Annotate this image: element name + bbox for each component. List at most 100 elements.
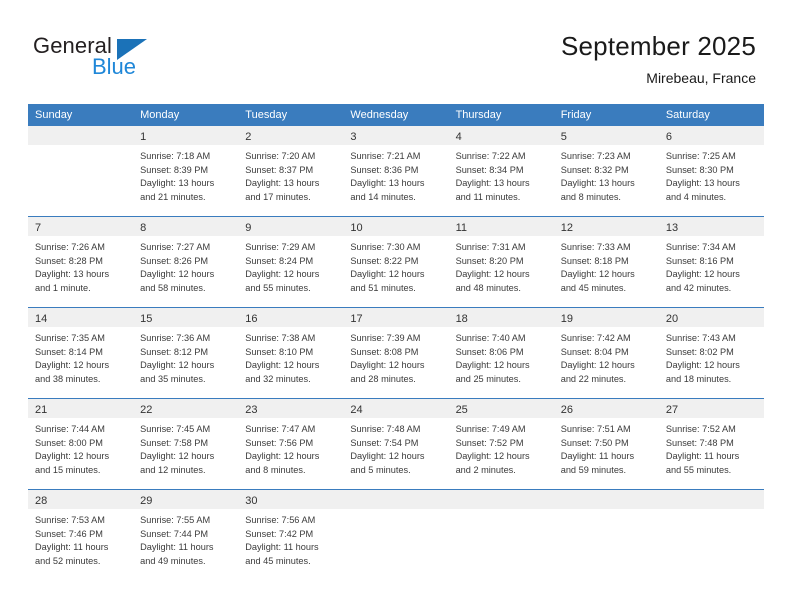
calendar-day-cell[interactable]: 19 Sunrise: 7:42 AM Sunset: 8:04 PM Dayligh… [553, 307, 659, 399]
sunrise-time: Sunrise: 7:44 AM [35, 424, 105, 434]
calendar-day-cell[interactable]: 9 Sunrise: 7:29 AM Sunset: 8:24 PM Daylight… [238, 216, 344, 308]
day-details: Sunrise: 7:52 AM Sunset: 7:48 PM Daylight:… [659, 418, 764, 477]
calendar-day-cell[interactable] [658, 489, 764, 580]
calendar-day-cell[interactable]: 16 Sunrise: 7:38 AM Sunset: 8:10 PM Dayligh… [238, 307, 344, 399]
day-number-band: 5 [553, 126, 659, 145]
calendar-day-cell[interactable] [343, 489, 449, 580]
sunset-time: Sunset: 7:48 PM [665, 437, 734, 448]
sunset-time: Sunset: 8:37 PM [245, 164, 314, 175]
calendar-day-cell[interactable]: 29 Sunrise: 7:55 AM Sunset: 7:44 PM Dayligh… [133, 489, 239, 580]
day-number-band: 22 [133, 399, 239, 418]
day-number-band: 26 [553, 399, 659, 418]
calendar-day-cell[interactable]: 12 Sunrise: 7:33 AM Sunset: 8:18 PM Dayligh… [553, 216, 659, 308]
daylight-duration-line2: and 55 minutes. [665, 464, 732, 475]
calendar-day-cell[interactable]: 17 Sunrise: 7:39 AM Sunset: 8:08 PM Dayligh… [343, 307, 449, 399]
daylight-duration-line1: Daylight: 11 hours [560, 451, 635, 462]
day-number: 10 [350, 222, 363, 234]
sunrise-time: Sunrise: 7:47 AM [245, 424, 316, 434]
day-cell-content: 27 Sunrise: 7:52 AM Sunset: 7:48 PM Dayligh… [658, 399, 764, 489]
calendar-day-cell[interactable]: 8 Sunrise: 7:27 AM Sunset: 8:26 PM Daylight… [133, 216, 239, 308]
calendar-week-row: 28 Sunrise: 7:53 AM Sunset: 7:46 PM Dayligh… [28, 489, 764, 580]
daylight-duration-line2: and 14 minutes. [350, 191, 416, 202]
day-cell-content: 7 Sunrise: 7:26 AM Sunset: 8:28 PM Daylight… [28, 217, 134, 307]
brand-logo[interactable]: General Blue [33, 33, 263, 81]
day-cell-content: 30 Sunrise: 7:56 AM Sunset: 7:42 PM Dayligh… [238, 490, 344, 580]
calendar-day-cell[interactable]: 6 Sunrise: 7:25 AM Sunset: 8:30 PM Daylight… [658, 126, 764, 217]
calendar-day-cell[interactable] [448, 489, 554, 580]
day-number-band: 20 [658, 308, 764, 327]
calendar-day-cell[interactable]: 30 Sunrise: 7:56 AM Sunset: 7:42 PM Dayligh… [238, 489, 344, 580]
day-cell-content: 13 Sunrise: 7:34 AM Sunset: 8:16 PM Dayligh… [658, 217, 764, 307]
day-cell-content: 12 Sunrise: 7:33 AM Sunset: 8:18 PM Dayligh… [553, 217, 659, 307]
calendar-day-cell[interactable] [28, 126, 134, 217]
calendar-day-cell[interactable]: 25 Sunrise: 7:49 AM Sunset: 7:52 PM Dayligh… [448, 398, 554, 490]
sunrise-time: Sunrise: 7:38 AM [245, 333, 316, 343]
calendar-day-cell[interactable]: 2 Sunrise: 7:20 AM Sunset: 8:37 PM Daylight… [238, 126, 344, 217]
daylight-duration-line2: and 45 minutes. [245, 555, 311, 566]
calendar-day-cell[interactable] [553, 489, 659, 580]
calendar-day-cell[interactable]: 26 Sunrise: 7:51 AM Sunset: 7:50 PM Dayligh… [553, 398, 659, 490]
day-number: 9 [245, 222, 252, 234]
calendar-day-cell[interactable]: 10 Sunrise: 7:30 AM Sunset: 8:22 PM Dayligh… [343, 216, 449, 308]
day-cell-content: 15 Sunrise: 7:36 AM Sunset: 8:12 PM Dayligh… [133, 308, 239, 398]
sunset-time: Sunset: 8:14 PM [35, 346, 103, 357]
day-number: 6 [665, 131, 672, 143]
day-number: 4 [455, 131, 462, 143]
calendar-day-cell[interactable]: 13 Sunrise: 7:34 AM Sunset: 8:16 PM Dayligh… [658, 216, 764, 308]
daylight-duration-line2: and 45 minutes. [560, 282, 627, 293]
day-number-band: 21 [28, 399, 134, 418]
day-details [449, 509, 554, 514]
calendar-day-cell[interactable]: 23 Sunrise: 7:47 AM Sunset: 7:56 PM Dayligh… [238, 398, 344, 490]
daylight-duration-line1: Daylight: 12 hours [140, 451, 215, 462]
day-details: Sunrise: 7:22 AM Sunset: 8:34 PM Daylight:… [449, 145, 554, 204]
day-details [554, 509, 659, 514]
calendar-day-cell[interactable]: 14 Sunrise: 7:35 AM Sunset: 8:14 PM Dayligh… [28, 307, 134, 399]
sunset-time: Sunset: 8:04 PM [560, 346, 629, 357]
calendar-day-cell[interactable]: 15 Sunrise: 7:36 AM Sunset: 8:12 PM Dayligh… [133, 307, 239, 399]
sunset-time: Sunset: 8:08 PM [350, 346, 419, 357]
daylight-duration-line1: Daylight: 12 hours [35, 451, 110, 462]
page-header: General Blue September 2025 Mirebeau, Fr… [0, 0, 792, 100]
calendar-day-cell[interactable]: 5 Sunrise: 7:23 AM Sunset: 8:32 PM Daylight… [553, 126, 659, 217]
day-number-band: 1 [133, 126, 239, 145]
sunrise-time: Sunrise: 7:18 AM [140, 151, 211, 161]
daylight-duration-line2: and 51 minutes. [350, 282, 416, 293]
calendar-day-cell[interactable]: 11 Sunrise: 7:31 AM Sunset: 8:20 PM Dayligh… [448, 216, 554, 308]
day-number: 18 [455, 313, 468, 325]
sunset-time: Sunset: 8:39 PM [140, 164, 209, 175]
daylight-duration-line1: Daylight: 12 hours [665, 360, 740, 371]
calendar-day-cell[interactable]: 3 Sunrise: 7:21 AM Sunset: 8:36 PM Daylight… [343, 126, 449, 217]
calendar-day-cell[interactable]: 1 Sunrise: 7:18 AM Sunset: 8:39 PM Daylight… [133, 126, 239, 217]
daylight-duration-line1: Daylight: 13 hours [140, 178, 215, 189]
day-details: Sunrise: 7:18 AM Sunset: 8:39 PM Daylight:… [133, 145, 238, 204]
daylight-duration-line1: Daylight: 12 hours [245, 451, 320, 462]
daylight-duration-line2: and 5 minutes. [350, 464, 411, 475]
calendar-day-cell[interactable]: 27 Sunrise: 7:52 AM Sunset: 7:48 PM Dayligh… [658, 398, 764, 490]
calendar-day-cell[interactable]: 7 Sunrise: 7:26 AM Sunset: 8:28 PM Daylight… [28, 216, 134, 308]
calendar-day-cell[interactable]: 28 Sunrise: 7:53 AM Sunset: 7:46 PM Dayligh… [28, 489, 134, 580]
day-cell-content [448, 490, 554, 580]
sunset-time: Sunset: 7:52 PM [455, 437, 524, 448]
calendar-day-cell[interactable]: 21 Sunrise: 7:44 AM Sunset: 8:00 PM Dayligh… [28, 398, 134, 490]
daylight-duration-line1: Daylight: 12 hours [455, 451, 530, 462]
daylight-duration-line1: Daylight: 13 hours [665, 178, 740, 189]
day-number-band: 9 [238, 217, 344, 236]
sunset-time: Sunset: 8:02 PM [665, 346, 734, 357]
daylight-duration-line2: and 59 minutes. [560, 464, 627, 475]
day-details: Sunrise: 7:45 AM Sunset: 7:58 PM Daylight:… [133, 418, 238, 477]
calendar-day-cell[interactable]: 20 Sunrise: 7:43 AM Sunset: 8:02 PM Dayligh… [658, 307, 764, 399]
sunset-time: Sunset: 7:46 PM [35, 528, 103, 539]
day-number: 12 [560, 222, 573, 234]
calendar-body: 1 Sunrise: 7:18 AM Sunset: 8:39 PM Daylight… [28, 126, 764, 580]
sunset-time: Sunset: 7:54 PM [350, 437, 419, 448]
sunrise-time: Sunrise: 7:48 AM [350, 424, 421, 434]
calendar-day-cell[interactable]: 24 Sunrise: 7:48 AM Sunset: 7:54 PM Dayligh… [343, 398, 449, 490]
calendar-day-cell[interactable]: 4 Sunrise: 7:22 AM Sunset: 8:34 PM Daylight… [448, 126, 554, 217]
calendar-day-cell[interactable]: 18 Sunrise: 7:40 AM Sunset: 8:06 PM Dayligh… [448, 307, 554, 399]
day-number-band: 13 [658, 217, 764, 236]
day-number: 15 [140, 313, 153, 325]
day-details [343, 509, 448, 514]
daylight-duration-line1: Daylight: 11 hours [245, 542, 319, 553]
calendar-day-cell[interactable]: 22 Sunrise: 7:45 AM Sunset: 7:58 PM Dayligh… [133, 398, 239, 490]
day-cell-content: 24 Sunrise: 7:48 AM Sunset: 7:54 PM Dayligh… [343, 399, 449, 489]
